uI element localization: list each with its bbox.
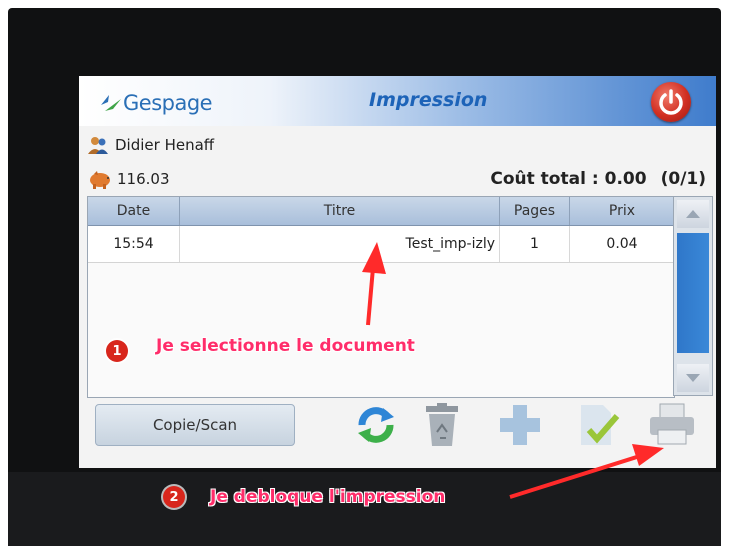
annotation-arrow-1 — [366, 267, 375, 326]
annotation-badge-2: 2 — [163, 486, 185, 508]
annotation-arrows — [362, 242, 664, 499]
annotation-text-2: Je debloque l'impression — [210, 487, 446, 507]
annotation-arrowhead-2 — [632, 444, 664, 466]
annotation-arrowhead-1 — [362, 242, 386, 274]
annotation-arrow-2 — [509, 454, 641, 499]
annotation-badge-1: 1 — [106, 340, 128, 362]
annotation-text-1: Je selectionne le document — [156, 336, 415, 356]
